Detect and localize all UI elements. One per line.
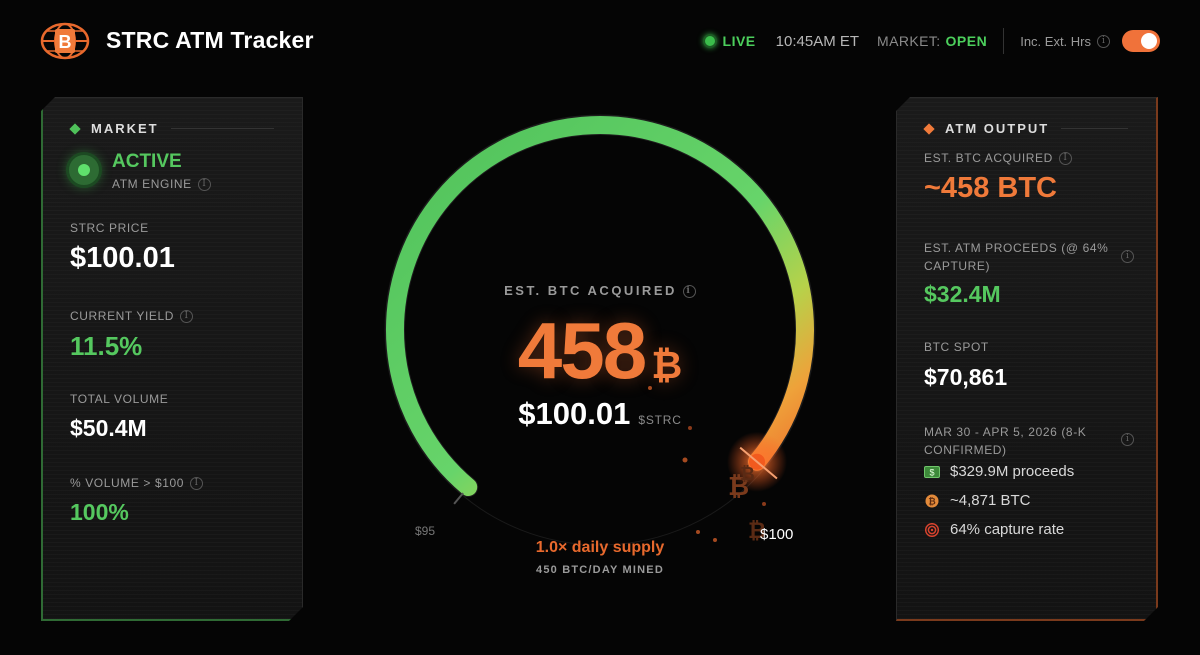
- btc-spot-label: BTC SPOT: [924, 340, 989, 354]
- gauge-max-label: $100: [760, 526, 794, 543]
- bitcoin-coin-icon: ₿: [924, 494, 940, 508]
- active-status-icon: [66, 152, 102, 188]
- period-label: MAR 30 - APR 5, 2026 (8-K CONFIRMED): [924, 425, 1087, 457]
- yield-info-icon[interactable]: i: [180, 310, 193, 323]
- volume-label: TOTAL VOLUME: [70, 392, 169, 406]
- header-status-bar: LIVE 10:45AM ET MARKET: OPEN Inc. Ext. H…: [702, 28, 1160, 54]
- list-item: $ $329.9M proceeds: [924, 463, 1074, 480]
- yield-value: 11.5%: [70, 331, 143, 361]
- pct-volume-value: 100%: [70, 499, 129, 525]
- svg-text:B: B: [59, 32, 72, 52]
- market-label: MARKET:: [877, 33, 941, 49]
- market-panel-header: MARKET: [71, 121, 274, 136]
- target-icon: [924, 523, 940, 537]
- header-rule: [1061, 128, 1128, 129]
- gauge-ticker: $STRC: [638, 413, 682, 427]
- market-panel: MARKET ACTIVE ATM ENGINE i STRC PRICE $10…: [41, 97, 303, 621]
- svg-text:₿: ₿: [740, 464, 755, 484]
- diamond-icon: [69, 123, 80, 134]
- atm-panel-title: ATM OUTPUT: [945, 121, 1050, 136]
- gauge-min-label: $95: [415, 524, 436, 538]
- engine-status-sub: ATM ENGINE i: [112, 177, 211, 191]
- diamond-icon: [923, 123, 934, 134]
- pct-volume-info-icon[interactable]: i: [190, 477, 203, 490]
- bitcoin-symbol-icon: ₿: [651, 345, 683, 387]
- btc-spot-value: $70,861: [924, 364, 1008, 390]
- daily-mined: 450 BTC/DAY MINED: [536, 564, 664, 576]
- daily-supply-ratio: 1.0× daily supply: [535, 539, 665, 556]
- current-time: 10:45AM ET: [775, 32, 860, 50]
- gauge-label: EST. BTC ACQUIRED i: [400, 283, 800, 299]
- svg-text:$: $: [929, 467, 934, 477]
- market-status: OPEN: [945, 33, 988, 49]
- market-panel-title: MARKET: [91, 121, 159, 136]
- toggle-knob: [1141, 33, 1157, 49]
- svg-text:₿: ₿: [928, 496, 935, 506]
- cash-icon: $: [924, 465, 940, 479]
- btc-acquired-total: ~458 BTC: [924, 172, 1057, 204]
- gauge-price: $100.01 $STRC: [400, 396, 800, 432]
- proceeds-label: EST. ATM PROCEEDS (@ 64% CAPTURE): [924, 241, 1109, 273]
- btc-acquired-value: 458 ₿: [517, 306, 683, 395]
- gauge-info-icon[interactable]: i: [682, 285, 696, 299]
- engine-status: ACTIVE: [112, 151, 182, 172]
- ext-hours-info-icon[interactable]: i: [1097, 34, 1110, 48]
- btc-acquired-info-icon[interactable]: i: [1059, 152, 1072, 165]
- live-indicator-icon: [702, 34, 717, 48]
- header-rule: [171, 128, 274, 129]
- yield-label: CURRENT YIELD i: [70, 309, 193, 323]
- app-title: STRC ATM Tracker: [106, 27, 314, 53]
- gauge-price-value: $100.01: [518, 396, 631, 431]
- atm-output-panel: ATM OUTPUT EST. BTC ACQUIRED i ~458 BTC E…: [896, 97, 1158, 621]
- ext-hours-toggle[interactable]: [1122, 30, 1160, 52]
- engine-info-icon[interactable]: i: [198, 178, 211, 191]
- proceeds-value: $32.4M: [924, 281, 1001, 307]
- strc-logo-icon: B: [40, 22, 90, 60]
- gauge-min-tick: [453, 492, 464, 505]
- header-divider: [1003, 28, 1005, 54]
- list-item: 64% capture rate: [924, 521, 1064, 538]
- app-header: B STRC ATM Tracker LIVE 10:45AM ET MARKE…: [0, 0, 1200, 82]
- volume-value: $50.4M: [70, 415, 147, 441]
- pct-volume-label: % VOLUME > $100 i: [70, 476, 203, 490]
- strc-price-label: STRC PRICE: [70, 221, 149, 235]
- atm-panel-header: ATM OUTPUT: [925, 121, 1128, 136]
- btc-acquired-label: EST. BTC ACQUIRED i: [924, 151, 1072, 165]
- live-label: LIVE: [722, 33, 756, 49]
- ext-hours-label: Inc. Ext. Hrs: [1020, 33, 1091, 49]
- period-info-icon[interactable]: i: [1121, 433, 1134, 446]
- strc-price-value: $100.01: [70, 242, 175, 274]
- proceeds-info-icon[interactable]: i: [1121, 250, 1134, 263]
- list-item: ₿ ~4,871 BTC: [924, 492, 1030, 509]
